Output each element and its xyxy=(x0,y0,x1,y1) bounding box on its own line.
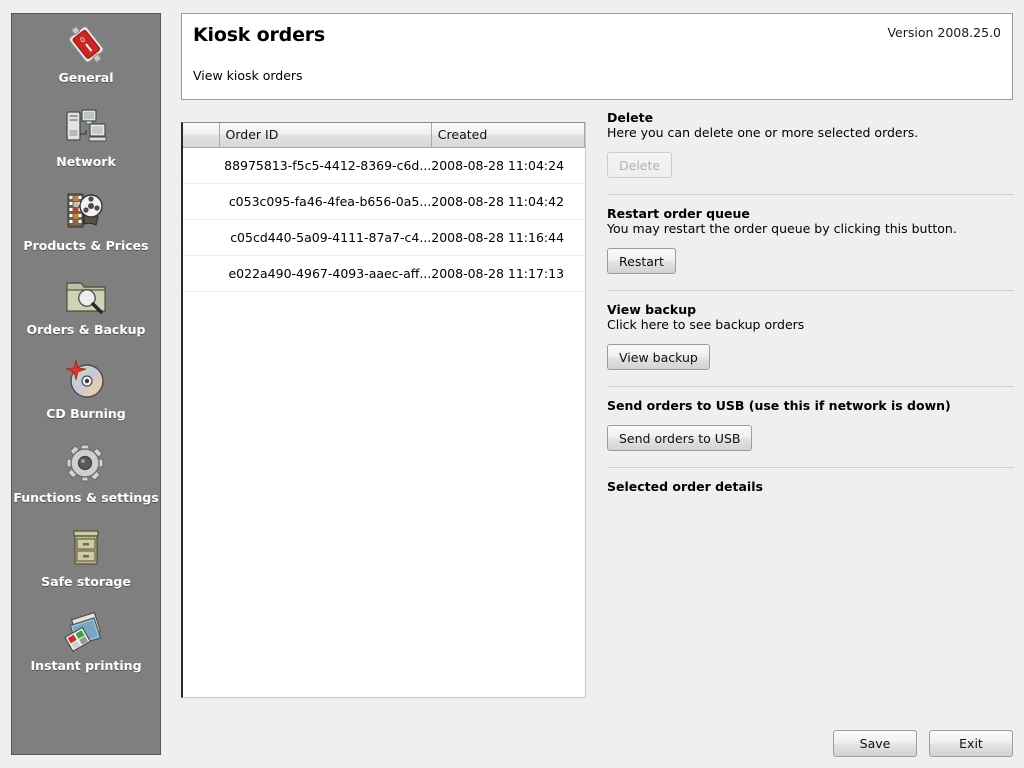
sidebar-item-label: Functions & settings xyxy=(13,490,159,505)
sidebar-item-label: General xyxy=(58,70,114,85)
sidebar-item-orders-backup[interactable]: Orders & Backup xyxy=(12,266,160,350)
photo-prints-icon xyxy=(62,608,110,656)
network-computers-icon xyxy=(62,104,110,152)
cell-order-id: 88975813-f5c5-4412-8369-c6d... xyxy=(219,147,432,184)
sidebar-item-products-prices[interactable]: Products & Prices xyxy=(12,182,160,266)
table-row[interactable]: 88975813-f5c5-4412-8369-c6d... 2008-08-28… xyxy=(183,147,585,184)
cell-created: 2008-08-28 11:17:13 xyxy=(431,255,585,292)
page-header-panel: Kiosk orders View kiosk orders Version 2… xyxy=(181,13,1013,100)
sidebar-item-cd-burning[interactable]: CD Burning xyxy=(12,350,160,434)
cd-disc-icon xyxy=(62,356,110,404)
selected-order-details-title: Selected order details xyxy=(607,479,763,494)
film-reel-icon xyxy=(62,188,110,236)
table-header-row: Order ID Created xyxy=(183,123,585,148)
version-label: Version 2008.25.0 xyxy=(887,25,1001,40)
gear-icon xyxy=(62,440,110,488)
restart-button[interactable]: Restart xyxy=(607,248,676,274)
send-orders-to-usb-button[interactable]: Send orders to USB xyxy=(607,425,753,451)
send-usb-section-title: Send orders to USB (use this if network … xyxy=(607,398,951,413)
orders-table-container[interactable]: Order ID Created 88975813-f5c5-4412-8369… xyxy=(181,122,586,698)
save-button[interactable]: Save xyxy=(833,730,917,757)
sidebar-item-label: CD Burning xyxy=(46,406,126,421)
sidebar-item-label: Instant printing xyxy=(30,658,142,673)
page-subtitle: View kiosk orders xyxy=(193,68,303,83)
restart-section: Restart order queue You may restart the … xyxy=(607,195,1014,290)
sidebar-navigation: 0 General Network Products & Prices Orde… xyxy=(11,13,161,755)
cell-order-id: c053c095-fa46-4fea-b656-0a5... xyxy=(219,183,432,220)
table-row[interactable]: e022a490-4967-4093-aaec-aff... 2008-08-28… xyxy=(183,255,585,292)
cell-created: 2008-08-28 11:04:42 xyxy=(431,183,585,220)
row-select-cell[interactable] xyxy=(183,255,220,292)
cell-created: 2008-08-28 11:16:44 xyxy=(431,219,585,256)
sidebar-item-label: Orders & Backup xyxy=(26,322,146,337)
folder-search-icon xyxy=(62,272,110,320)
restart-section-title: Restart order queue xyxy=(607,206,750,221)
row-select-cell[interactable] xyxy=(183,183,220,220)
restart-section-description: You may restart the order queue by click… xyxy=(607,221,957,236)
view-backup-section-description: Click here to see backup orders xyxy=(607,317,805,332)
footer-actions: Save Exit xyxy=(833,730,1014,757)
view-backup-section-title: View backup xyxy=(607,302,697,317)
sidebar-item-safe-storage[interactable]: Safe storage xyxy=(12,518,160,602)
view-backup-section: View backup Click here to see backup ord… xyxy=(607,291,1014,386)
send-usb-section: Send orders to USB (use this if network … xyxy=(607,387,1014,467)
exit-button[interactable]: Exit xyxy=(929,730,1013,757)
power-switch-icon: 0 xyxy=(62,20,110,68)
column-header-created[interactable]: Created xyxy=(431,123,585,148)
table-row[interactable]: c05cd440-5a09-4111-87a7-c4... 2008-08-28 … xyxy=(183,219,585,256)
delete-section-title: Delete xyxy=(607,110,654,125)
orders-table-body: 88975813-f5c5-4412-8369-c6d... 2008-08-28… xyxy=(183,147,585,292)
application-window: 0 General Network Products & Prices Orde… xyxy=(0,0,1024,768)
delete-section: Delete Here you can delete one or more s… xyxy=(607,110,1014,194)
row-select-cell[interactable] xyxy=(183,219,220,256)
cell-created: 2008-08-28 11:04:24 xyxy=(431,147,585,184)
page-title: Kiosk orders xyxy=(193,24,326,46)
file-cabinet-icon xyxy=(62,524,110,572)
sidebar-item-instant-printing[interactable]: Instant printing xyxy=(12,602,160,686)
orders-table: Order ID Created 88975813-f5c5-4412-8369… xyxy=(183,123,585,292)
table-row[interactable]: c053c095-fa46-4fea-b656-0a5... 2008-08-28… xyxy=(183,183,585,220)
cell-order-id: c05cd440-5a09-4111-87a7-c4... xyxy=(219,219,432,256)
row-select-cell[interactable] xyxy=(183,147,220,184)
cell-order-id: e022a490-4967-4093-aaec-aff... xyxy=(219,255,432,292)
selected-order-details-section: Selected order details xyxy=(607,468,1014,494)
sidebar-item-label: Network xyxy=(56,154,116,169)
sidebar-item-functions-settings[interactable]: Functions & settings xyxy=(12,434,160,518)
actions-panel: Delete Here you can delete one or more s… xyxy=(607,110,1014,494)
delete-section-description: Here you can delete one or more selected… xyxy=(607,125,919,140)
sidebar-item-network[interactable]: Network xyxy=(12,98,160,182)
orders-table-header: Order ID Created xyxy=(183,123,585,148)
delete-button[interactable]: Delete xyxy=(607,152,673,178)
sidebar-item-general[interactable]: 0 General xyxy=(12,14,160,98)
view-backup-button[interactable]: View backup xyxy=(607,344,710,370)
sidebar-item-label: Products & Prices xyxy=(23,238,149,253)
column-header-select[interactable] xyxy=(183,123,220,148)
column-header-order-id[interactable]: Order ID xyxy=(219,123,432,148)
sidebar-item-label: Safe storage xyxy=(41,574,131,589)
